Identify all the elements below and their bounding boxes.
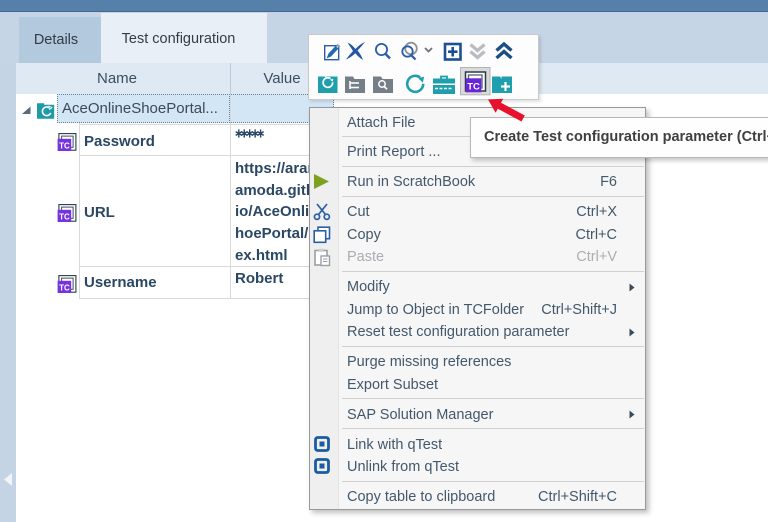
- svg-text:TC: TC: [59, 212, 70, 221]
- svg-text:TC: TC: [59, 141, 70, 150]
- svg-text:TC: TC: [59, 283, 70, 292]
- svg-text:TC: TC: [467, 82, 480, 93]
